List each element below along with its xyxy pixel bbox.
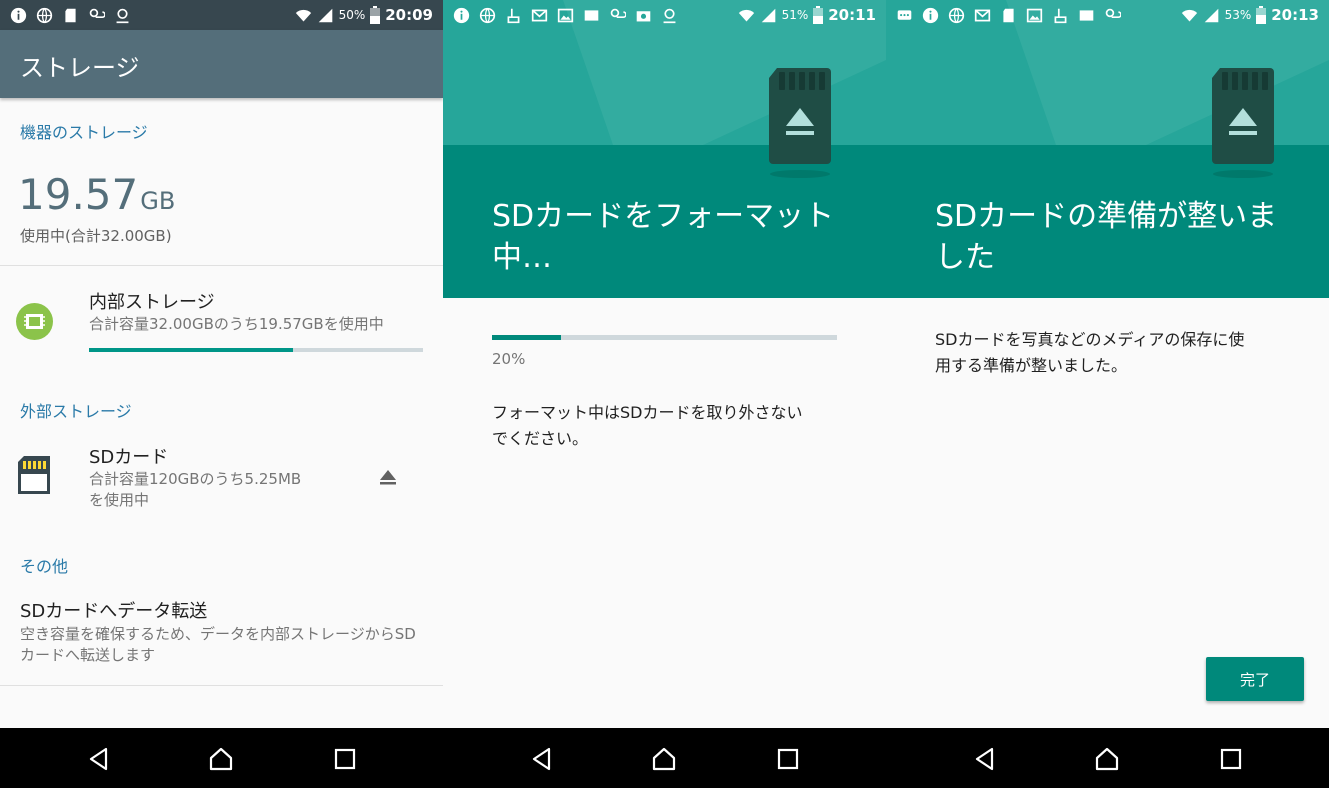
formatting-screen: SDカードをフォーマット 中… 51% 20:11 20% フォーマット中はSDカ… [443, 0, 886, 728]
sd-card-subtitle-1: 合計容量120GBのうち5.25MB [89, 470, 302, 488]
ready-title-line-2: した [935, 240, 995, 275]
signal-icon [761, 8, 775, 22]
status-bar: 50% 20:09 [0, 0, 443, 30]
done-button[interactable]: 完了 [1206, 657, 1304, 701]
transfer-title: SDカードへデータ転送 [20, 601, 208, 622]
section-header-device-storage: 機器のストレージ [20, 123, 148, 142]
sd-card-eject-illustration [1212, 68, 1274, 178]
format-progress-percent: 20% [492, 350, 526, 368]
globe-icon [36, 7, 53, 23]
sd-card-icon [1003, 8, 1014, 22]
sd-card-eject-illustration [769, 68, 831, 178]
news-icon [584, 9, 599, 21]
back-icon[interactable] [86, 746, 112, 772]
news-icon [1079, 9, 1094, 21]
ready-title-line-1: SDカードの準備が整いま [935, 199, 1278, 234]
format-progress-fill [492, 335, 561, 340]
format-warning-line-2: でください。 [492, 429, 589, 448]
info-icon [922, 7, 939, 23]
recents-icon[interactable] [1218, 746, 1244, 772]
ready-title: SDカードの準備が整いま した [935, 196, 1295, 278]
home-icon[interactable] [651, 746, 677, 772]
sd-card-subtitle-2: を使用中 [89, 491, 150, 509]
battery-percent: 51% [781, 8, 809, 22]
globe-icon [948, 7, 965, 23]
formatting-title-line-1: SDカードをフォーマット [492, 199, 835, 234]
wifi-icon [1181, 9, 1197, 21]
format-progress-bar [492, 335, 837, 340]
signal-icon [1204, 8, 1218, 22]
header-banner: SDカードの準備が整いま した [886, 0, 1329, 298]
location-icon [663, 8, 676, 23]
email-icon [974, 9, 991, 21]
clock: 20:09 [385, 6, 433, 24]
weather-icon [610, 8, 626, 18]
formatting-title: SDカードをフォーマット 中… [492, 196, 852, 278]
chat-icon [897, 9, 912, 20]
battery-icon [813, 6, 824, 24]
ready-message-line-2: 用する準備が整いました。 [935, 356, 1128, 375]
navigation-bar [0, 728, 443, 788]
chip-icon [16, 303, 53, 340]
used-total-text: 使用中(合計32.00GB) [20, 227, 172, 245]
section-header-other: その他 [20, 557, 69, 576]
sd-card-title: SDカード [89, 447, 169, 468]
sd-card-icon [65, 8, 76, 22]
divider [0, 685, 443, 686]
sd-ready-screen: SDカードの準備が整いま した 53% 20:13 SDカードを写真などのメディア… [886, 0, 1329, 728]
internal-storage-title: 内部ストレージ [89, 292, 215, 313]
sd-card-icon [18, 456, 50, 494]
image-icon [1026, 8, 1043, 22]
formatting-title-line-2: 中… [492, 240, 552, 275]
home-icon[interactable] [1094, 746, 1120, 772]
navigation-bar [443, 728, 886, 788]
section-header-external-storage: 外部ストレージ [20, 402, 132, 421]
used-storage-value: 19.57GB [18, 170, 175, 219]
signal-icon [318, 8, 332, 22]
info-icon [453, 7, 470, 23]
weather-icon [89, 8, 105, 18]
status-bar: 53% 20:13 [886, 0, 1329, 30]
home-icon[interactable] [208, 746, 234, 772]
recents-icon[interactable] [775, 746, 801, 772]
ready-message-line-1: SDカードを写真などのメディアの保存に使 [935, 330, 1245, 349]
storage-settings-screen: 50% 20:09 ストレージ 機器のストレージ 19.57GB 使用中(合計3… [0, 0, 443, 728]
clock: 20:11 [828, 6, 876, 24]
internal-usage-bar [89, 348, 423, 352]
battery-icon [1256, 6, 1267, 24]
email-icon [531, 9, 548, 21]
info-icon [10, 7, 27, 23]
camera-icon [636, 10, 651, 21]
page-title: ストレージ [20, 54, 140, 82]
used-unit: GB [140, 187, 176, 215]
battery-percent: 53% [1224, 8, 1252, 22]
image-icon [557, 8, 574, 22]
recents-icon[interactable] [332, 746, 358, 772]
battery-percent: 50% [338, 8, 366, 22]
location-icon [116, 8, 129, 23]
app-bar: ストレージ [0, 30, 443, 98]
format-warning-line-1: フォーマット中はSDカードを取り外さない [492, 403, 803, 422]
internal-usage-fill [89, 348, 293, 352]
gesture-icon [1054, 8, 1067, 23]
globe-icon [479, 7, 496, 23]
wifi-icon [738, 9, 754, 21]
used-number: 19.57 [18, 170, 139, 219]
weather-icon [1105, 8, 1121, 18]
format-warning: フォーマット中はSDカードを取り外さない でください。 [492, 400, 842, 452]
back-icon[interactable] [529, 746, 555, 772]
internal-storage-subtitle: 合計容量32.00GBのうち19.57GBを使用中 [89, 315, 384, 333]
navigation-bar [886, 728, 1329, 788]
status-bar: 51% 20:11 [443, 0, 886, 30]
clock: 20:13 [1271, 6, 1319, 24]
header-banner: SDカードをフォーマット 中… [443, 0, 886, 298]
back-icon[interactable] [972, 746, 998, 772]
transfer-subtitle: 空き容量を確保するため、データを内部ストレージからSDカードへ転送します [20, 625, 416, 664]
eject-icon[interactable] [376, 465, 400, 489]
ready-message: SDカードを写真などのメディアの保存に使 用する準備が整いました。 [935, 327, 1285, 379]
gesture-icon [507, 8, 520, 23]
wifi-icon [295, 9, 311, 21]
battery-icon [370, 6, 381, 24]
divider [0, 265, 443, 266]
